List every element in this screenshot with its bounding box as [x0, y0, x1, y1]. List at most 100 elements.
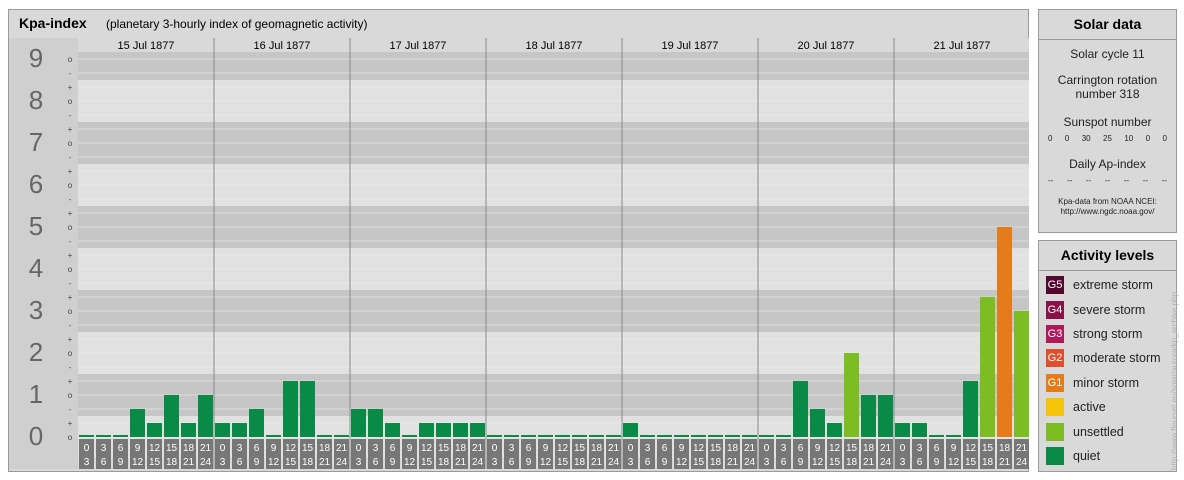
legend-label: unsettled — [1073, 424, 1124, 439]
kp-bar — [946, 435, 961, 437]
interval-end-label: 12 — [812, 457, 824, 468]
interval-end-label: 21 — [455, 457, 467, 468]
y-minor-label: o — [68, 97, 73, 106]
kp-bar — [912, 423, 927, 437]
ap-index-label: Daily Ap-index — [1069, 157, 1146, 171]
day-label: 20 Jul 1877 — [798, 40, 855, 52]
interval-end-label: 24 — [608, 457, 620, 468]
interval-end-label: 9 — [390, 457, 396, 468]
sunspot-value: 0 — [1048, 134, 1053, 143]
sunspot-label: Sunspot number — [1063, 115, 1152, 129]
y-minor-label: o — [68, 55, 73, 64]
interval-end-label: 15 — [829, 457, 841, 468]
kp-bar — [385, 423, 400, 437]
interval-start-label: 3 — [101, 443, 107, 454]
interval-start-label: 9 — [815, 443, 821, 454]
kp-bar — [249, 408, 264, 437]
interval-start-label: 3 — [781, 443, 787, 454]
kp-bar — [470, 423, 485, 437]
day-label: 15 Jul 1877 — [118, 40, 175, 52]
interval-start-label: 12 — [285, 443, 297, 454]
day-label: 16 Jul 1877 — [254, 40, 311, 52]
kp-bar — [708, 435, 723, 437]
y-minor-label: - — [69, 279, 72, 288]
interval-start-label: 15 — [166, 443, 178, 454]
interval-end-label: 24 — [744, 457, 756, 468]
activity-levels-header: Activity levels — [1039, 241, 1176, 271]
sunspot-values: 0 0 30 25 10 0 0 — [1039, 134, 1176, 143]
kp-bar — [657, 435, 672, 437]
interval-end-label: 24 — [472, 457, 484, 468]
sunspot-value: 0 — [1064, 134, 1070, 143]
interval-end-label: 15 — [149, 457, 161, 468]
legend-swatch — [1046, 398, 1064, 417]
chart-subtitle: (planetary 3-hourly index of geomagnetic… — [106, 17, 368, 31]
kp-bar — [606, 435, 621, 437]
kp-bar — [878, 395, 893, 437]
legend-item-quiet: quiet — [1039, 444, 1176, 468]
kp-bar — [895, 423, 910, 437]
y-tick-label: 1 — [29, 379, 43, 409]
interval-end-label: 15 — [421, 457, 433, 468]
kp-bar — [674, 435, 689, 437]
interval-start-label: 21 — [336, 443, 348, 454]
ap-value: -- — [1161, 176, 1167, 185]
interval-start-label: 9 — [135, 443, 141, 454]
y-minor-label: + — [68, 377, 73, 386]
interval-end-label: 21 — [863, 457, 875, 468]
interval-end-label: 21 — [319, 457, 331, 468]
solar-cycle: Solar cycle 11 — [1070, 47, 1145, 61]
y-tick-label: 6 — [29, 169, 43, 199]
legend-label: severe storm — [1073, 302, 1146, 317]
kp-bar — [300, 381, 315, 437]
interval-start-label: 9 — [407, 443, 413, 454]
y-minor-label: - — [69, 237, 72, 246]
interval-start-label: 0 — [492, 443, 498, 454]
carrington-line-1: Carrington rotation — [1057, 73, 1158, 87]
day-label: 17 Jul 1877 — [390, 40, 447, 52]
kp-bar — [283, 381, 298, 437]
sunspot-value: 0 — [1162, 134, 1167, 143]
sunspot-value: 30 — [1081, 134, 1091, 143]
kp-bar — [691, 435, 706, 437]
y-minor-label: - — [69, 195, 72, 204]
legend-item-severe-storm: G4 severe storm — [1039, 297, 1176, 321]
legend-item-extreme-storm: G5 extreme storm — [1039, 273, 1176, 297]
kpa-bar-chart: 15 Jul 1877 16 Jul 1877 17 Jul 1877 18 Jul … — [9, 38, 1029, 469]
legend-swatch — [1046, 422, 1064, 441]
interval-start-label: 15 — [438, 443, 450, 454]
interval-start-label: 6 — [798, 443, 804, 454]
interval-end-label: 21 — [727, 457, 739, 468]
y-minor-label: o — [68, 181, 73, 190]
source-note-link[interactable]: http://www.ngdc.noaa.gov/ — [1039, 207, 1176, 217]
interval-start-label: 9 — [679, 443, 685, 454]
legend-item-moderate-storm: G2 moderate storm — [1039, 346, 1176, 370]
y-minor-label: o — [68, 391, 73, 400]
y-tick-label: 9 — [29, 43, 43, 73]
y-tick-label: 8 — [29, 85, 43, 115]
y-tick-label: 3 — [29, 295, 43, 325]
kp-bar — [504, 435, 519, 437]
ap-value: -- — [1104, 176, 1111, 185]
kp-bar — [215, 423, 230, 437]
interval-end-label: 9 — [526, 457, 532, 468]
kp-bar — [742, 435, 757, 437]
kp-bar — [844, 353, 859, 437]
kp-bar — [759, 435, 774, 437]
y-minor-label: + — [68, 335, 73, 344]
y-tick-label: 2 — [29, 337, 43, 367]
interval-start-label: 0 — [764, 443, 770, 454]
kp-bar — [351, 408, 366, 437]
interval-start-label: 21 — [880, 443, 892, 454]
interval-end-label: 15 — [693, 457, 705, 468]
source-watermark[interactable]: http://www.fleurset.eu/solar/aurora/kp_a… — [1170, 292, 1179, 470]
interval-end-label: 3 — [492, 457, 498, 468]
y-minor-label: + — [68, 125, 73, 134]
interval-start-label: 9 — [271, 443, 277, 454]
kp-bar — [572, 435, 587, 437]
legend-swatch: G3 — [1046, 324, 1064, 343]
interval-start-label: 21 — [472, 443, 484, 454]
sunspot-value: 10 — [1124, 134, 1134, 143]
legend-item-active: active — [1039, 395, 1176, 419]
legend-swatch: G2 — [1046, 349, 1064, 368]
